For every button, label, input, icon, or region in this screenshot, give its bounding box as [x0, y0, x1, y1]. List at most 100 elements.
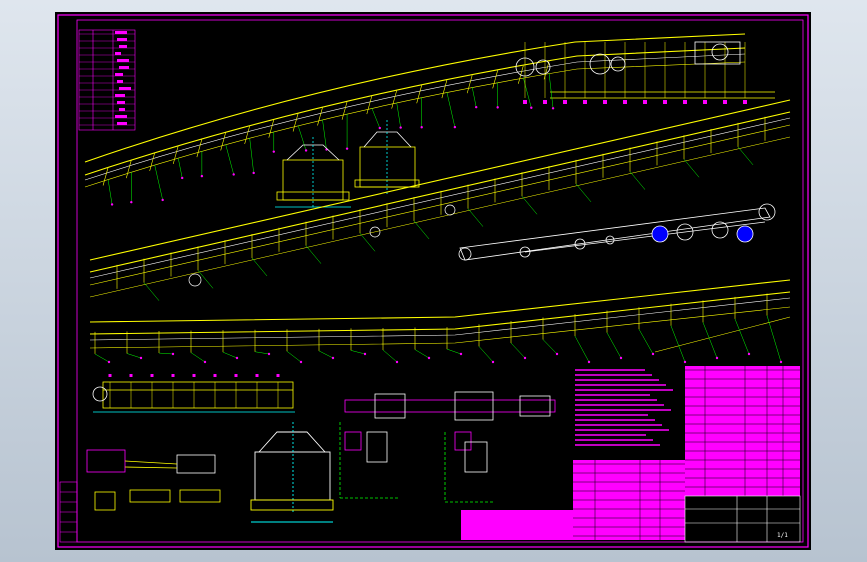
leader-line: [197, 270, 214, 289]
trough-idler-section: [250, 422, 334, 523]
balloon-tag: [192, 374, 196, 377]
leader-marker: [139, 356, 143, 360]
leader-line: [670, 325, 686, 363]
support-post: [317, 107, 323, 126]
leader-line: [297, 125, 307, 151]
balloon-tag: [583, 100, 587, 104]
leader-marker: [475, 105, 478, 109]
section-3-support-posts: [94, 293, 768, 354]
parts-table-rows: [79, 31, 135, 126]
belt-routing-rollers: [458, 203, 776, 261]
leader-line: [414, 349, 430, 359]
cad-drawing-canvas[interactable]: 1/1: [55, 12, 811, 550]
support-post: [196, 139, 203, 158]
support-post: [466, 75, 473, 94]
leader-line: [158, 352, 174, 355]
roller-icon: [188, 273, 202, 287]
leader-marker: [420, 126, 423, 129]
leader-line: [574, 335, 590, 363]
bill-of-materials: [461, 366, 800, 540]
table-cell-fill: [115, 31, 127, 34]
support-post: [244, 125, 250, 145]
leader-marker: [555, 352, 559, 356]
leader-line: [606, 332, 622, 359]
balloon-tag: [255, 374, 259, 377]
leader-marker: [110, 203, 114, 206]
table-cell-fill: [117, 59, 129, 62]
leader-line: [467, 208, 484, 227]
section-3-leader-lines: [94, 315, 783, 364]
leader-line: [143, 282, 160, 301]
table-cell-fill: [117, 80, 123, 83]
leader-line: [737, 146, 754, 166]
leader-marker: [232, 173, 235, 176]
sheet-number: 1/1: [777, 532, 788, 539]
drive-shaft-drawing: [339, 391, 556, 503]
balloon-tag: [523, 100, 527, 104]
leader-marker: [619, 356, 623, 360]
tensioner-assembly: [86, 449, 221, 511]
pulley-icon: [458, 247, 472, 261]
leader-line: [629, 171, 646, 190]
balloon-tag: [643, 100, 647, 104]
leader-line: [702, 322, 718, 359]
leader-line: [190, 352, 206, 363]
leader-line: [446, 92, 456, 128]
leader-line: [396, 102, 401, 128]
leader-marker: [304, 149, 308, 152]
leader-marker: [200, 174, 204, 178]
leader-marker: [363, 352, 367, 356]
leader-marker: [395, 360, 399, 364]
balloon-tag: [623, 100, 627, 104]
leader-line: [107, 179, 113, 205]
balloon-tag: [129, 374, 133, 377]
leader-line: [542, 339, 558, 355]
leader-marker: [715, 356, 719, 360]
table-cell-fill: [117, 38, 127, 41]
support-post: [391, 90, 397, 109]
leader-line: [471, 87, 477, 108]
balloon-tag: [543, 100, 547, 104]
leader-marker: [491, 360, 495, 364]
elevation-view-bottom-left-details: [108, 374, 280, 408]
section-view-roller-frame-2: [354, 120, 420, 194]
revision-block: [59, 481, 78, 543]
table-cell-fill: [117, 122, 127, 125]
leader-marker: [345, 147, 349, 150]
table-cell-fill: [115, 115, 127, 118]
table-cell-fill: [117, 101, 125, 104]
leader-line: [548, 73, 554, 109]
leader-marker: [181, 176, 184, 180]
leader-marker: [683, 360, 687, 364]
balloon-tag: [743, 100, 747, 104]
leader-marker: [453, 125, 457, 129]
leader-marker: [587, 360, 591, 364]
leader-line: [521, 196, 538, 215]
leader-marker: [523, 356, 527, 360]
leader-line: [222, 351, 238, 359]
table-cell-fill: [115, 52, 121, 55]
leader-marker: [171, 352, 175, 356]
leader-marker: [551, 107, 555, 110]
leader-marker: [459, 352, 463, 356]
balloon-tag: [563, 100, 567, 104]
leader-line: [318, 350, 334, 359]
support-post: [341, 101, 348, 120]
table-cell-fill: [119, 108, 125, 111]
leader-marker: [235, 356, 239, 360]
leader-line: [94, 353, 110, 363]
leader-marker: [203, 360, 207, 364]
leader-line: [350, 350, 366, 355]
leader-line: [225, 144, 234, 175]
leader-marker: [378, 126, 381, 130]
balloon-tag: [213, 374, 217, 377]
support-post: [126, 160, 132, 179]
leader-line: [286, 351, 302, 363]
support-post: [268, 119, 275, 138]
leader-marker: [299, 360, 303, 364]
leader-marker: [399, 126, 402, 129]
support-post: [172, 145, 179, 165]
section-1-support-posts: [102, 42, 747, 206]
leader-line: [638, 329, 654, 355]
leader-line: [446, 348, 462, 355]
